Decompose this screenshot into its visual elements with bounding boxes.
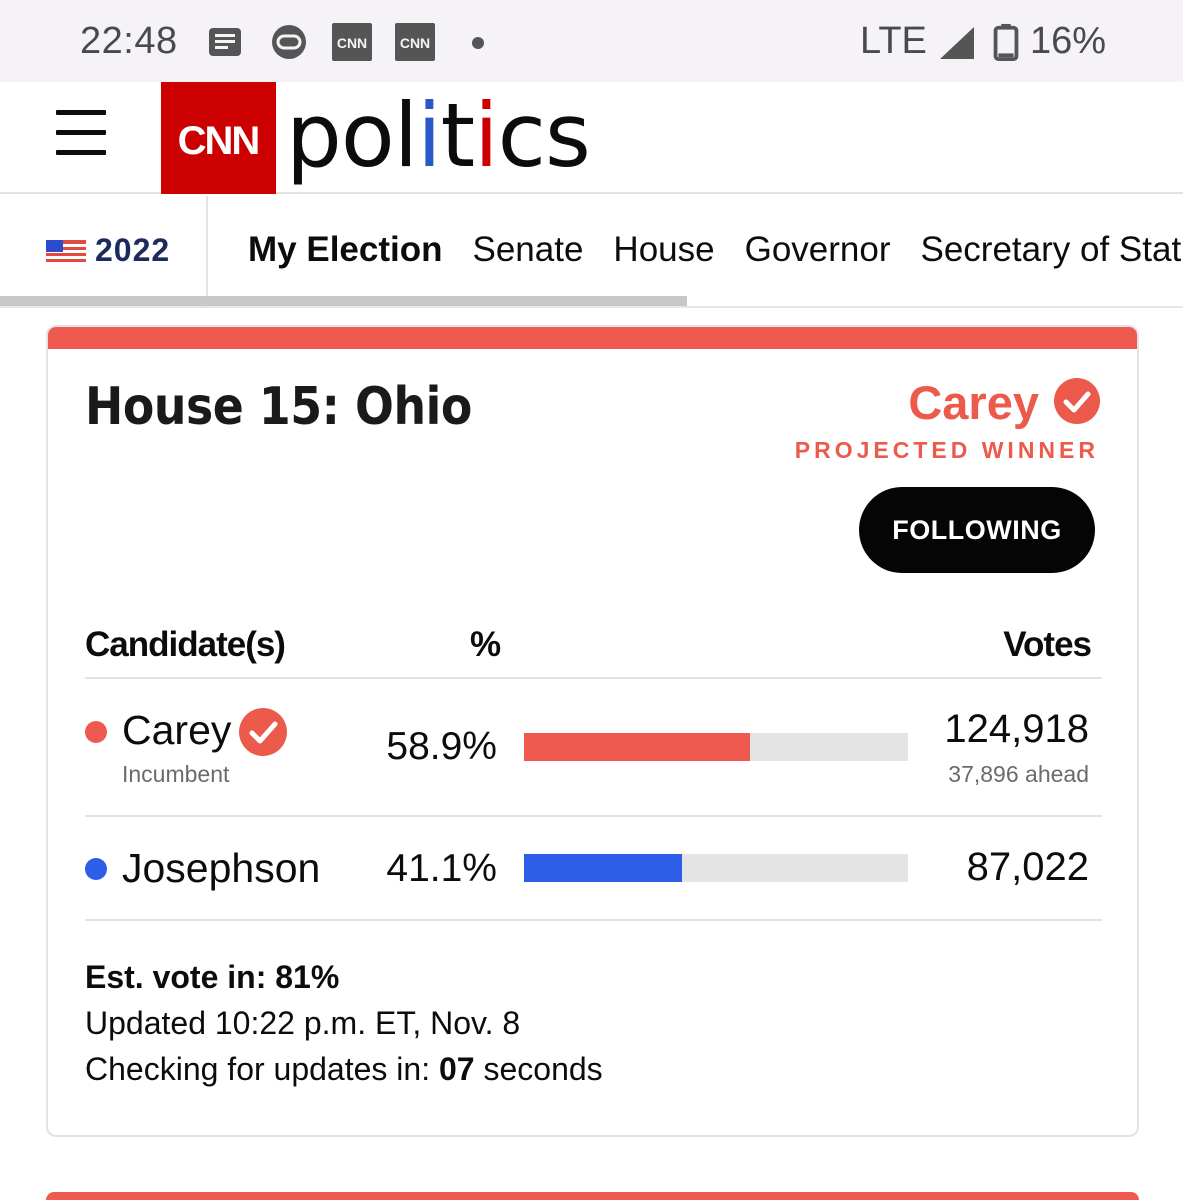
section-title[interactable]: politics [286,84,591,187]
election-nav: 2022 My Election Senate House Governor S… [0,196,1183,308]
divider [85,815,1102,817]
cnn-logo-mark: CNN [178,119,261,163]
battery-percent: 16% [1030,20,1107,62]
network-type: LTE [860,20,927,62]
cnn-icon: CNN [395,23,435,61]
next-race-card [46,1192,1139,1200]
projected-winner-label: PROJECTED WINNER [794,437,1099,463]
candidate-status: Incumbent [122,761,230,787]
candidate-name: Carey [122,707,232,753]
menu-icon[interactable] [56,110,106,158]
us-flag-icon [46,240,86,262]
candidate-votes: 87,022 [966,845,1089,889]
countdown-seconds: 07 [438,1051,475,1087]
year-label: 2022 [95,232,171,268]
year-selector[interactable]: 2022 [0,196,208,308]
candidate-votes: 124,918 [944,707,1089,751]
vote-share-bar [524,854,908,882]
est-vote-in: Est. vote in: 81% [85,959,340,995]
battery-icon [993,23,1019,61]
race-card: House 15: Ohio Carey PROJECTED WINNER FO… [46,325,1139,1137]
tab-house[interactable]: House [613,230,714,270]
header-candidates: Candidate(s) [85,625,286,664]
vote-share-fill [524,854,682,882]
header-percent: % [470,625,501,664]
check-circle-icon [239,708,287,756]
nav-links: My Election Senate House Governor Secret… [248,230,1183,270]
site-header: CNN politics [0,82,1183,194]
tab-governor[interactable]: Governor [745,230,891,270]
winner-name: Carey [908,376,1039,429]
votes-ahead: 37,896 ahead [948,761,1089,787]
divider [85,677,1102,679]
cnn-icon: CNN [332,23,372,61]
tab-senate[interactable]: Senate [472,230,583,270]
candidate-name: Josephson [122,845,321,891]
check-circle-icon [1054,378,1100,424]
party-color-bar [48,327,1137,349]
svg-text:CNN: CNN [337,35,367,51]
party-dot-blue [85,858,107,880]
nav-scrollbar[interactable] [0,296,687,306]
vote-share-fill [524,733,751,761]
signal-icon [940,27,974,59]
svg-text:CNN: CNN [178,119,259,163]
tab-secretary-of-state[interactable]: Secretary of Stat [921,230,1182,270]
news-icon [209,28,241,56]
more-notifications-dot [472,37,484,49]
svg-text:CNN: CNN [400,35,430,51]
candidate-percent: 41.1% [386,847,497,890]
following-button[interactable]: FOLLOWING [859,487,1095,573]
vote-share-bar [524,733,908,761]
countdown-prefix: Checking for updates in: [85,1051,439,1087]
header-votes: Votes [1003,625,1092,664]
cnn-logo[interactable]: CNN [161,82,276,194]
updated-time: Updated 10:22 p.m. ET, Nov. 8 [85,1005,521,1041]
race-title: House 15: Ohio [85,377,472,437]
status-bar: 22:48 CNN CNN LTE 16% [0,0,1183,82]
candidate-percent: 58.9% [386,725,497,768]
update-countdown: Checking for updates in: 07 seconds [85,1051,603,1088]
app-icon [272,25,306,59]
countdown-suffix: seconds [474,1051,603,1087]
divider [85,919,1102,921]
tab-my-election[interactable]: My Election [248,230,442,270]
party-dot-red [85,721,107,743]
status-time: 22:48 [80,20,178,62]
